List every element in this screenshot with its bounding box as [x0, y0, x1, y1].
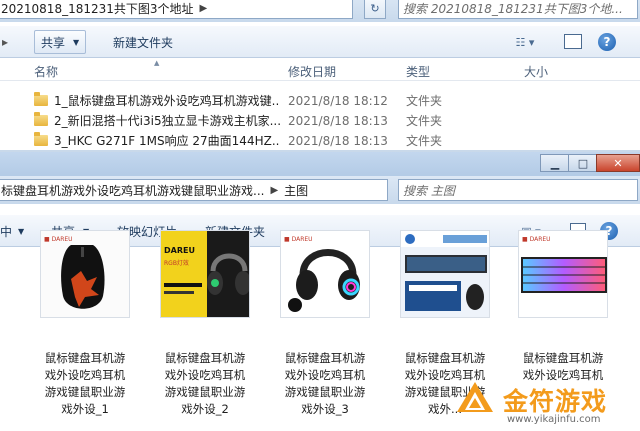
front-search-input[interactable]: 搜索 主图	[398, 179, 638, 201]
file-row[interactable]: 2_新旧混搭十代i3i5独立显卡游戏主机家... 2021/8/18 18:13…	[0, 110, 640, 131]
image-thumbnail-headset-promo[interactable]: DAREU RGB灯效	[160, 230, 250, 318]
maximize-button[interactable]: □	[568, 154, 598, 172]
back-address-path: 20210818_181231共下图3个地址	[1, 1, 194, 16]
back-new-folder-button[interactable]: 新建文件夹	[106, 26, 180, 58]
back-share-label: 共享	[41, 35, 66, 50]
image-thumbnail-mouse[interactable]: ■ DAREU	[40, 230, 130, 318]
front-toolbar-cut-item[interactable]: 中 ▼	[0, 215, 24, 247]
back-toolbar-left-arrow-icon[interactable]: ▸	[2, 26, 8, 58]
back-address-row: 20210818_181231共下图3个地址 ▶ ↻ 搜索 20210818_1…	[0, 0, 640, 22]
caption-line: 游戏键鼠职业游	[284, 385, 366, 399]
front-address-current: 主图	[284, 183, 309, 198]
file-type: 文件夹	[406, 114, 443, 128]
dropdown-arrow-icon: ▼	[73, 37, 80, 47]
folder-icon	[34, 112, 48, 126]
watermark-title: 金符游戏	[503, 387, 608, 416]
sort-up-icon: ▲	[154, 59, 160, 67]
watermark-logo-icon	[457, 382, 493, 412]
back-address-bar[interactable]: 20210818_181231共下图3个地址 ▶	[0, 0, 353, 19]
site-watermark: 金符游戏 www.yikajinfu.com	[447, 376, 640, 431]
help-icon[interactable]: ?	[598, 33, 616, 51]
file-type: 文件夹	[406, 134, 443, 148]
svg-text:■ DAREU: ■ DAREU	[284, 236, 313, 243]
back-refresh-button[interactable]: ↻	[364, 0, 386, 19]
col-name[interactable]: 名称	[34, 63, 58, 80]
caption-line: 戏外设_2	[181, 402, 229, 416]
file-date: 2021/8/18 18:13	[288, 113, 388, 128]
front-address-path: 标键盘耳机游戏外设吃鸡耳机游戏键鼠职业游戏...	[1, 183, 265, 198]
image-thumbnail-mech-keyboard[interactable]: ■ DAREU	[518, 230, 608, 318]
caption-line: 鼠标键盘耳机游	[404, 351, 486, 365]
preview-pane-icon[interactable]	[564, 34, 582, 49]
file-name: 1_鼠标键盘耳机游戏外设吃鸡耳机游戏键...	[54, 94, 280, 108]
file-date: 2021/8/18 18:13	[288, 133, 388, 148]
promo-brand: DAREU	[164, 246, 195, 255]
col-modified[interactable]: 修改日期	[288, 63, 336, 80]
file-date: 2021/8/18 18:12	[288, 93, 388, 108]
back-column-header: 名称 ▲ 修改日期 类型 大小	[0, 59, 640, 81]
back-toolbar: ▸ 共享 ▼ 新建文件夹 ☷ ▾ ?	[0, 26, 640, 58]
dropdown-arrow-icon: ▼	[18, 226, 25, 236]
watermark-url: www.yikajinfu.com	[507, 414, 601, 425]
caption-line: 戏外设_3	[301, 402, 349, 416]
view-options-icon[interactable]: ☷ ▾	[510, 35, 540, 49]
file-type: 文件夹	[406, 94, 443, 108]
caption-line: 鼠标键盘耳机游	[164, 351, 246, 365]
thumbnail-caption: 鼠标键盘耳机游 戏外设吃鸡耳机 游戏键鼠职业游 戏外设_2	[157, 350, 253, 418]
caption-line: 戏外设吃鸡耳机	[44, 368, 126, 382]
caption-line: 游戏键鼠职业游	[164, 385, 246, 399]
back-explorer-window: 20210818_181231共下图3个地址 ▶ ↻ 搜索 20210818_1…	[0, 0, 640, 150]
folder-icon	[34, 132, 48, 146]
address-chevron-icon[interactable]: ▶	[270, 185, 278, 196]
file-name: 2_新旧混搭十代i3i5独立显卡游戏主机家...	[54, 114, 280, 128]
caption-line: 鼠标键盘耳机游	[522, 351, 604, 365]
image-thumbnail-keyboard-combo[interactable]	[400, 230, 490, 318]
caption-line: 戏外设吃鸡耳机	[284, 368, 366, 382]
svg-text:■ DAREU: ■ DAREU	[522, 236, 551, 243]
file-name: 3_HKC G271F 1MS响应 27曲面144HZ...	[54, 134, 280, 148]
caption-line: 游戏键鼠职业游	[44, 385, 126, 399]
thumbnail-caption: 鼠标键盘耳机游 戏外设吃鸡耳机 游戏键鼠职业游 戏外设_1	[37, 350, 133, 418]
image-thumbnail-rgb-headset[interactable]: ■ DAREU	[280, 230, 370, 318]
caption-line: 鼠标键盘耳机游	[44, 351, 126, 365]
col-type[interactable]: 类型	[406, 63, 430, 80]
back-search-input[interactable]: 搜索 20210818_181231共下图3个地...	[398, 0, 638, 19]
front-address-bar[interactable]: 标键盘耳机游戏外设吃鸡耳机游戏键鼠职业游戏... ▶ 主图	[0, 179, 388, 201]
back-share-button[interactable]: 共享 ▼	[34, 30, 87, 54]
thumbnail-caption: 鼠标键盘耳机游 戏外设吃鸡耳机 游戏键鼠职业游 戏外设_3	[277, 350, 373, 418]
file-row[interactable]: 3_HKC G271F 1MS响应 27曲面144HZ... 2021/8/18…	[0, 130, 640, 150]
caption-line: 鼠标键盘耳机游	[284, 351, 366, 365]
svg-text:■ DAREU: ■ DAREU	[44, 236, 73, 243]
folder-icon	[34, 92, 48, 106]
front-address-row: 标键盘耳机游戏外设吃鸡耳机游戏键鼠职业游戏... ▶ 主图 搜索 主图	[0, 176, 640, 204]
promo-sub: RGB灯效	[164, 259, 189, 267]
caption-line: 戏外设_1	[61, 402, 109, 416]
close-button[interactable]: ✕	[596, 154, 640, 172]
front-title-bar: ▁ □ ✕	[0, 152, 640, 176]
address-chevron-icon[interactable]: ▶	[200, 3, 208, 14]
minimize-button[interactable]: ▁	[540, 154, 570, 172]
col-size[interactable]: 大小	[524, 63, 548, 80]
caption-line: 戏外设吃鸡耳机	[164, 368, 246, 382]
file-row[interactable]: 1_鼠标键盘耳机游戏外设吃鸡耳机游戏键... 2021/8/18 18:12 文…	[0, 90, 640, 111]
front-toolbar-cut-label: 中	[0, 224, 13, 239]
